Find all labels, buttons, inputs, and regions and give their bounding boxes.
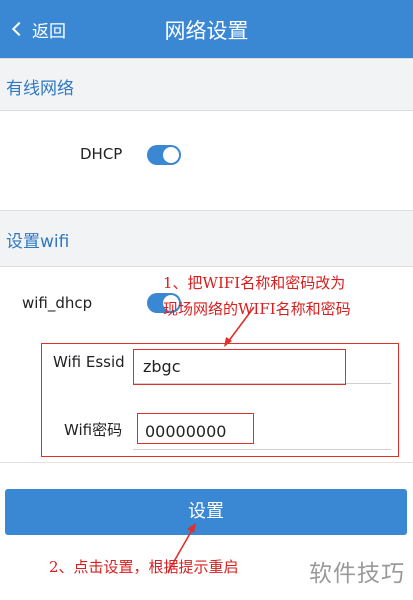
- annotation-note-1-line-1: 1、把WIFI名称和密码改为: [163, 274, 346, 292]
- watermark: 软件技巧: [309, 561, 405, 587]
- annotation-note-2: 2、点击设置，根据提示重启: [49, 558, 239, 576]
- annotation-note-1-line-2: 现场网络的WIFI名称和密码: [163, 300, 351, 318]
- arrow-head-icon: [187, 523, 196, 533]
